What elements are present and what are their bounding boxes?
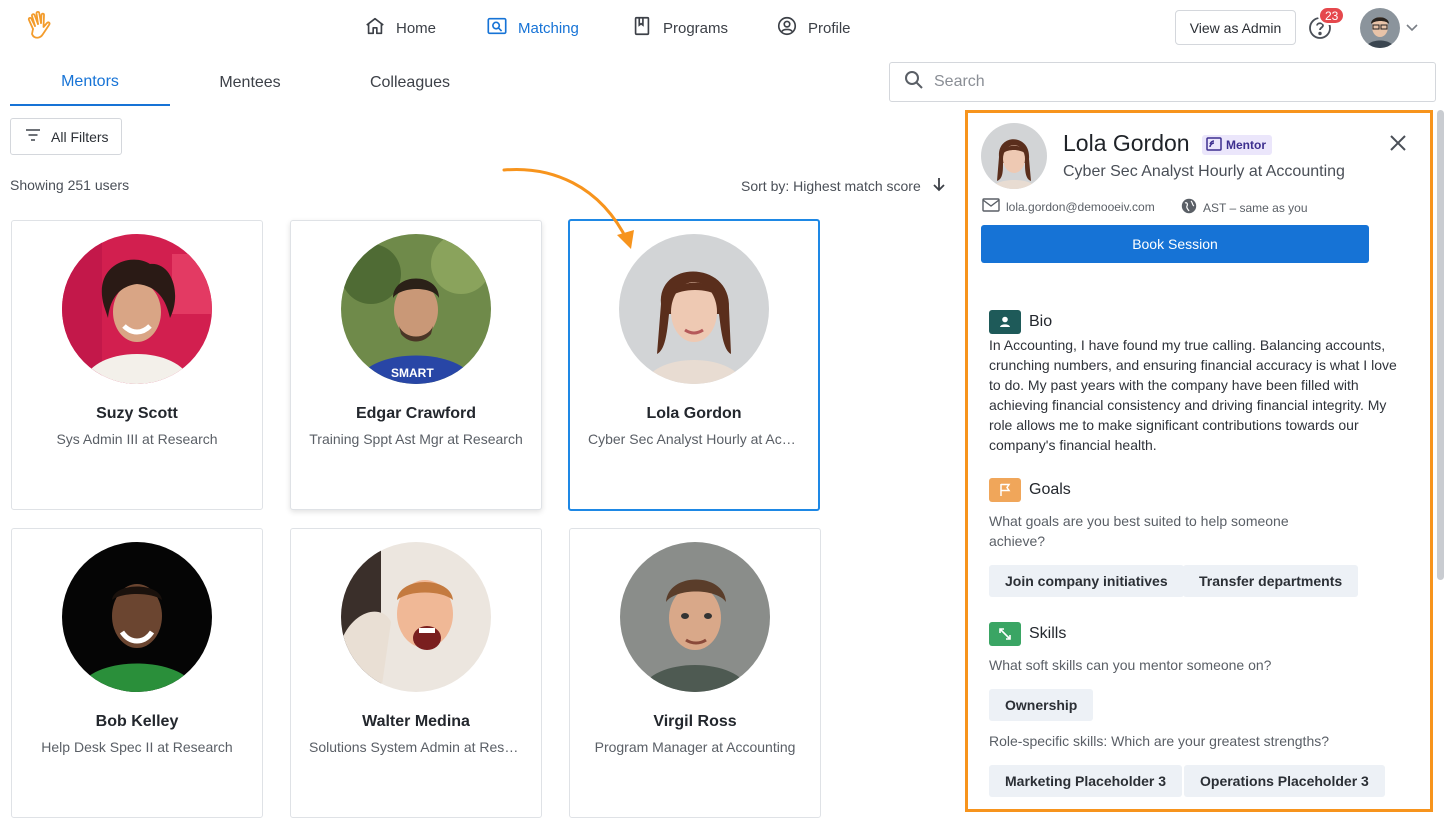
book-icon bbox=[631, 15, 653, 41]
mentor-photo bbox=[62, 542, 212, 692]
nav-matching[interactable]: Matching bbox=[486, 14, 579, 42]
mentor-badge-label: Mentor bbox=[1226, 138, 1266, 152]
bio-heading-label: Bio bbox=[1029, 313, 1053, 330]
filter-icon bbox=[25, 127, 41, 146]
role-skills-question: Role-specific skills: Which are your gre… bbox=[989, 733, 1330, 749]
mentor-name: Walter Medina bbox=[362, 713, 470, 730]
mentor-photo bbox=[620, 542, 770, 692]
skills-heading-label: Skills bbox=[1029, 625, 1067, 642]
nav-matching-label: Matching bbox=[518, 19, 579, 37]
top-navigation: Home Matching Programs Profile View as A… bbox=[0, 0, 1447, 56]
mentor-role: Program Manager at Accounting bbox=[594, 739, 796, 755]
mentor-name: Virgil Ross bbox=[653, 713, 737, 730]
mentor-role: Solutions System Admin at Research bbox=[309, 739, 523, 755]
mentor-badge: Mentor bbox=[1202, 135, 1272, 155]
bio-text: In Accounting, I have found my true call… bbox=[989, 337, 1397, 453]
bio-heading: Bio bbox=[989, 310, 1052, 334]
mentor-role: Training Sppt Ast Mgr at Research bbox=[309, 431, 523, 447]
role-skill-chip[interactable]: Marketing Placeholder 3 bbox=[989, 765, 1183, 797]
user-circle-icon bbox=[776, 15, 798, 41]
nav-programs[interactable]: Programs bbox=[631, 14, 728, 42]
panel-timezone: AST – same as you bbox=[1181, 198, 1308, 217]
panel-email-text: lola.gordon@demooeiv.com bbox=[1006, 199, 1155, 214]
goals-heading: Goals bbox=[989, 478, 1071, 502]
all-filters-label: All Filters bbox=[51, 128, 109, 145]
mentor-role: Cyber Sec Analyst Hourly at Accounting bbox=[588, 431, 800, 447]
matching-icon bbox=[486, 15, 508, 41]
search-input[interactable] bbox=[934, 73, 1414, 91]
mentor-card[interactable]: Suzy Scott Sys Admin III at Research bbox=[11, 220, 263, 510]
goal-chip[interactable]: Join company initiatives bbox=[989, 565, 1184, 597]
goals-question: What goals are you best suited to help s… bbox=[989, 513, 1289, 549]
mentor-photo bbox=[62, 234, 212, 384]
page-scrollbar[interactable] bbox=[1437, 110, 1444, 580]
flag-icon bbox=[989, 478, 1021, 502]
search-icon bbox=[904, 70, 924, 95]
mentor-card[interactable]: Walter Medina Solutions System Admin at … bbox=[290, 528, 542, 818]
svg-text:SMART: SMART bbox=[391, 366, 434, 380]
tab-mentors[interactable]: Mentors bbox=[10, 60, 170, 106]
home-icon bbox=[364, 15, 386, 41]
mentor-role: Sys Admin III at Research bbox=[56, 431, 218, 447]
nav-profile[interactable]: Profile bbox=[776, 14, 851, 42]
mentor-photo: SMART bbox=[341, 234, 491, 384]
close-icon[interactable] bbox=[1388, 133, 1408, 153]
mentor-name: Suzy Scott bbox=[96, 405, 178, 422]
waving-hand-logo-icon[interactable] bbox=[24, 10, 56, 44]
soft-skills-question: What soft skills can you mentor someone … bbox=[989, 657, 1272, 673]
panel-avatar bbox=[981, 123, 1047, 189]
book-session-button[interactable]: Book Session bbox=[981, 225, 1369, 263]
tab-colleagues[interactable]: Colleagues bbox=[330, 60, 490, 106]
panel-name: Lola Gordon bbox=[1063, 130, 1190, 156]
sort-control[interactable]: Sort by: Highest match score bbox=[741, 176, 947, 195]
profile-detail-panel: Lola Gordon Mentor Cyber Sec Analyst Hou… bbox=[965, 110, 1433, 812]
goals-heading-label: Goals bbox=[1029, 481, 1071, 498]
mentor-name: Bob Kelley bbox=[95, 713, 179, 730]
notification-count-badge: 23 bbox=[1318, 6, 1346, 25]
nav-profile-label: Profile bbox=[808, 19, 851, 37]
annotation-arrow-icon bbox=[500, 160, 650, 260]
view-as-admin-button[interactable]: View as Admin bbox=[1175, 10, 1296, 45]
panel-email: lola.gordon@demooeiv.com bbox=[982, 198, 1155, 215]
mentor-card[interactable]: Virgil Ross Program Manager at Accountin… bbox=[569, 528, 821, 818]
arrows-expand-icon bbox=[989, 622, 1021, 646]
chevron-down-icon[interactable] bbox=[1405, 20, 1419, 34]
mentor-name: Lola Gordon bbox=[646, 405, 742, 422]
nav-programs-label: Programs bbox=[663, 19, 729, 37]
mail-icon bbox=[982, 198, 1000, 215]
all-filters-button[interactable]: All Filters bbox=[10, 118, 122, 155]
nav-home[interactable]: Home bbox=[364, 14, 436, 42]
arrow-down-icon bbox=[931, 176, 947, 195]
cast-icon bbox=[1206, 136, 1222, 154]
skills-heading: Skills bbox=[989, 622, 1066, 646]
goal-chip[interactable]: Transfer departments bbox=[1183, 565, 1359, 597]
mentor-card[interactable]: Bob Kelley Help Desk Spec II at Research bbox=[11, 528, 263, 818]
results-count: Showing 251 users bbox=[10, 177, 130, 193]
user-avatar[interactable] bbox=[1360, 8, 1400, 48]
panel-title: Cyber Sec Analyst Hourly at Accounting bbox=[1063, 163, 1345, 180]
panel-timezone-text: AST – same as you bbox=[1203, 200, 1308, 215]
mentor-photo bbox=[341, 542, 491, 692]
mentor-role: Help Desk Spec II at Research bbox=[41, 739, 233, 755]
tab-mentees[interactable]: Mentees bbox=[170, 60, 330, 106]
mentor-card-selected[interactable]: Lola Gordon Cyber Sec Analyst Hourly at … bbox=[568, 219, 820, 511]
sort-label: Sort by: Highest match score bbox=[741, 177, 921, 194]
role-skill-chip[interactable]: Operations Placeholder 3 bbox=[1184, 765, 1385, 797]
person-icon bbox=[989, 310, 1021, 334]
soft-skill-chip[interactable]: Ownership bbox=[989, 689, 1094, 721]
search-box bbox=[889, 62, 1436, 102]
globe-icon bbox=[1181, 198, 1197, 217]
mentor-card[interactable]: SMART Edgar Crawford Training Sppt Ast M… bbox=[290, 220, 542, 510]
mentor-name: Edgar Crawford bbox=[355, 405, 476, 422]
nav-home-label: Home bbox=[396, 19, 437, 37]
